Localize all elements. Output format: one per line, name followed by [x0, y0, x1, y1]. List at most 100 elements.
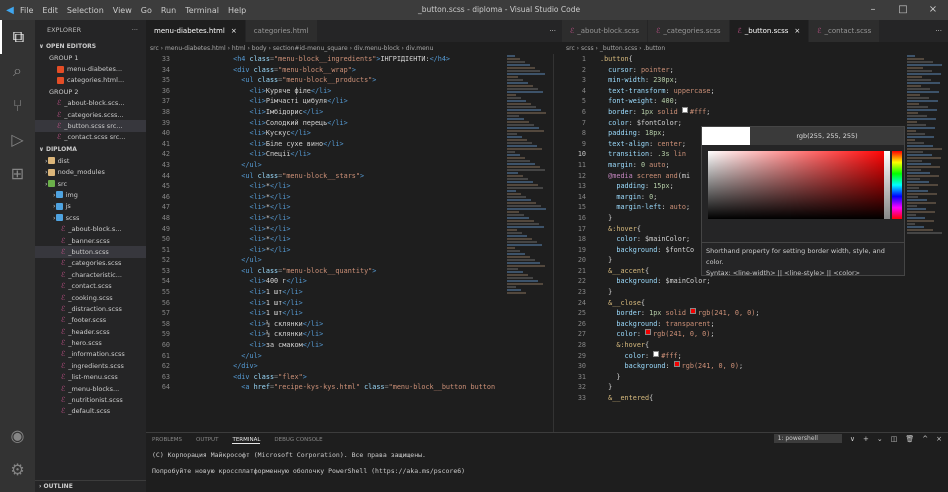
settings-gear-icon[interactable]: ⚙: [0, 452, 35, 486]
search-icon[interactable]: ⌕: [0, 54, 35, 88]
editor-actions-more-button[interactable]: ···: [543, 20, 562, 42]
open-editor-item[interactable]: categories.html...: [35, 75, 146, 86]
line-number: 48: [161, 213, 170, 222]
tab-button-scss[interactable]: ℰ _button.scss ×: [729, 20, 810, 42]
source-control-icon[interactable]: ⑂: [0, 88, 35, 122]
minimap-line: [507, 262, 540, 264]
tree-item[interactable]: ℰ _button.scss: [35, 246, 146, 258]
minimize-icon[interactable]: –: [858, 0, 888, 20]
menu-help[interactable]: Help: [228, 6, 246, 15]
open-editor-item[interactable]: ℰ _button.scss src...: [35, 120, 146, 132]
tab-menu-diabetes-html[interactable]: menu-diabetes.html ×: [146, 20, 246, 42]
extensions-icon[interactable]: ⊞: [0, 156, 35, 190]
diploma-section[interactable]: ∨ DIPLOMA: [35, 143, 146, 155]
tree-item[interactable]: › dist: [35, 155, 146, 166]
maximize-icon[interactable]: □: [888, 0, 918, 20]
color-swatch[interactable]: [681, 106, 688, 113]
tree-item-label: _cooking.scss: [68, 293, 113, 302]
close-tab-icon[interactable]: ×: [231, 27, 237, 35]
dropdown-chevron-icon[interactable]: ∨: [850, 435, 855, 443]
close-tab-icon[interactable]: ×: [794, 27, 800, 35]
tree-item[interactable]: ℰ _about-block.s...: [35, 223, 146, 234]
code-line: 58 <li> ½ склянки </li>: [146, 319, 505, 330]
split-terminal-icon[interactable]: ◫: [891, 435, 898, 443]
close-icon[interactable]: ×: [918, 0, 948, 20]
terminal-shell-select[interactable]: 1: powershell: [773, 434, 842, 443]
account-icon[interactable]: ◉: [0, 418, 35, 452]
code-token: <li>: [249, 288, 266, 297]
tree-item[interactable]: › img: [35, 189, 146, 200]
menu-terminal[interactable]: Terminal: [185, 6, 219, 15]
tree-item[interactable]: › src: [35, 178, 146, 189]
menu-view[interactable]: View: [113, 6, 132, 15]
open-editor-item[interactable]: menu-diabetes...: [35, 63, 146, 74]
terminal-output[interactable]: (С) Корпорация Майкрософт (Microsoft Cor…: [146, 447, 948, 479]
tree-item[interactable]: ℰ _ingredients.scss: [35, 360, 146, 371]
scss-file-icon: ℰ: [61, 304, 66, 313]
color-swatch[interactable]: [673, 361, 680, 368]
panel-tab-debug-console[interactable]: DEBUG CONSOLE: [274, 437, 322, 443]
color-swatch[interactable]: [653, 350, 660, 357]
open-editors-section[interactable]: ∨ OPEN EDITORS: [35, 40, 146, 52]
tab-categories-scss[interactable]: ℰ _categories.scss: [648, 20, 730, 42]
tree-item[interactable]: ℰ _categories.scss: [35, 258, 146, 269]
kill-terminal-icon[interactable]: 🗑: [905, 435, 914, 443]
tab-categories-html[interactable]: categories.html: [245, 20, 318, 42]
tree-item[interactable]: ℰ _nutritionist.scss: [35, 394, 146, 405]
left-breadcrumb[interactable]: src › menu-diabetes.html › html › body ›…: [146, 42, 562, 54]
open-editor-item[interactable]: ℰ _categories.scss...: [35, 109, 146, 120]
tree-item[interactable]: ℰ _list-menu.scss: [35, 372, 146, 383]
panel-tab-terminal[interactable]: TERMINAL: [232, 437, 261, 444]
minimap-line: [907, 73, 941, 75]
left-scrollbar[interactable]: [553, 54, 562, 432]
color-swatch[interactable]: [690, 308, 697, 315]
minimap-line: [907, 196, 918, 198]
tree-item[interactable]: ℰ _information.scss: [35, 349, 146, 360]
maximize-panel-icon[interactable]: ^: [922, 435, 928, 443]
files-icon[interactable]: ⧉: [0, 20, 35, 54]
minimap-line: [507, 148, 542, 150]
code-token: ;: [706, 107, 711, 116]
panel-tab-output[interactable]: OUTPUT: [196, 437, 218, 443]
hue-slider[interactable]: [892, 151, 902, 219]
split-dropdown-icon[interactable]: ⌄: [877, 435, 883, 443]
editor-actions-more-button[interactable]: ···: [929, 20, 948, 42]
menu-run[interactable]: Run: [161, 6, 176, 15]
opacity-strip[interactable]: [884, 151, 890, 219]
close-panel-icon[interactable]: ×: [936, 435, 942, 443]
tab-contact-scss[interactable]: ℰ _contact.scss: [809, 20, 881, 42]
outline-section[interactable]: › OUTLINE: [35, 480, 146, 492]
new-terminal-icon[interactable]: +: [863, 435, 869, 443]
tree-item[interactable]: › js: [35, 201, 146, 212]
left-code-editor[interactable]: 33 <h4 class = "menu-block__ingredients" > І…: [146, 54, 505, 432]
tree-item[interactable]: ℰ _footer.scss: [35, 315, 146, 326]
tree-item[interactable]: ℰ _menu-blocks...: [35, 383, 146, 394]
tab-about-block-scss[interactable]: ℰ _about-block.scss: [562, 20, 649, 42]
run-debug-icon[interactable]: ▷: [0, 122, 35, 156]
tree-item[interactable]: ℰ _default.scss: [35, 406, 146, 417]
panel-tab-problems[interactable]: PROBLEMS: [152, 437, 182, 443]
right-minimap[interactable]: [905, 54, 948, 432]
tree-item[interactable]: ℰ _distraction.scss: [35, 303, 146, 314]
color-value[interactable]: rgb(255, 255, 255): [750, 127, 904, 145]
menu-selection[interactable]: Selection: [67, 6, 104, 15]
right-breadcrumb[interactable]: src › scss › _button.scss › .button: [562, 42, 948, 54]
tree-item[interactable]: ℰ _hero.scss: [35, 337, 146, 348]
color-swatch[interactable]: [645, 329, 652, 336]
saturation-gradient[interactable]: [708, 151, 888, 219]
menu-edit[interactable]: Edit: [42, 6, 58, 15]
menu-file[interactable]: File: [20, 6, 33, 15]
left-minimap[interactable]: [505, 54, 553, 432]
tree-item[interactable]: › node_modules: [35, 167, 146, 178]
tree-item[interactable]: ℰ _contact.scss: [35, 280, 146, 291]
open-editor-item[interactable]: ℰ _contact.scss src...: [35, 132, 146, 143]
tree-item[interactable]: › scss: [35, 212, 146, 223]
tree-item[interactable]: ℰ _header.scss: [35, 326, 146, 337]
explorer-more-button[interactable]: ···: [132, 26, 138, 34]
tree-item[interactable]: ℰ _cooking.scss: [35, 292, 146, 303]
tree-item[interactable]: ℰ _banner.scss: [35, 235, 146, 246]
open-editor-item[interactable]: ℰ _about-block.scs...: [35, 98, 146, 109]
tree-item[interactable]: ℰ _characteristic...: [35, 269, 146, 280]
menu-go[interactable]: Go: [141, 6, 152, 15]
minimap-line: [907, 187, 919, 189]
